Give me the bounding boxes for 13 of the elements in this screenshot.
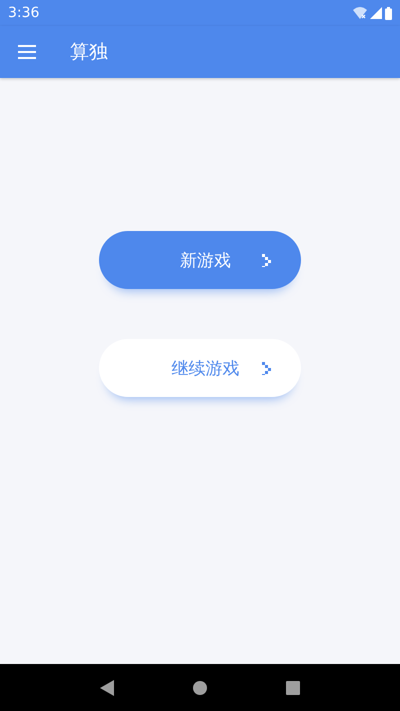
chevron-icon	[262, 362, 271, 374]
new-game-button[interactable]: 新游戏	[99, 231, 301, 289]
home-icon[interactable]	[192, 680, 207, 694]
continue-button[interactable]: 继续游戏	[99, 339, 301, 397]
chevron-icon	[262, 254, 271, 266]
battery-icon	[385, 6, 392, 20]
wifi-icon	[353, 7, 367, 19]
recents-icon[interactable]	[286, 680, 300, 694]
app-title: 算独	[70, 40, 108, 65]
status-time: 3:36	[8, 5, 40, 21]
menu-icon[interactable]	[18, 45, 36, 59]
signal-icon	[370, 7, 382, 19]
back-icon[interactable]	[100, 680, 114, 696]
